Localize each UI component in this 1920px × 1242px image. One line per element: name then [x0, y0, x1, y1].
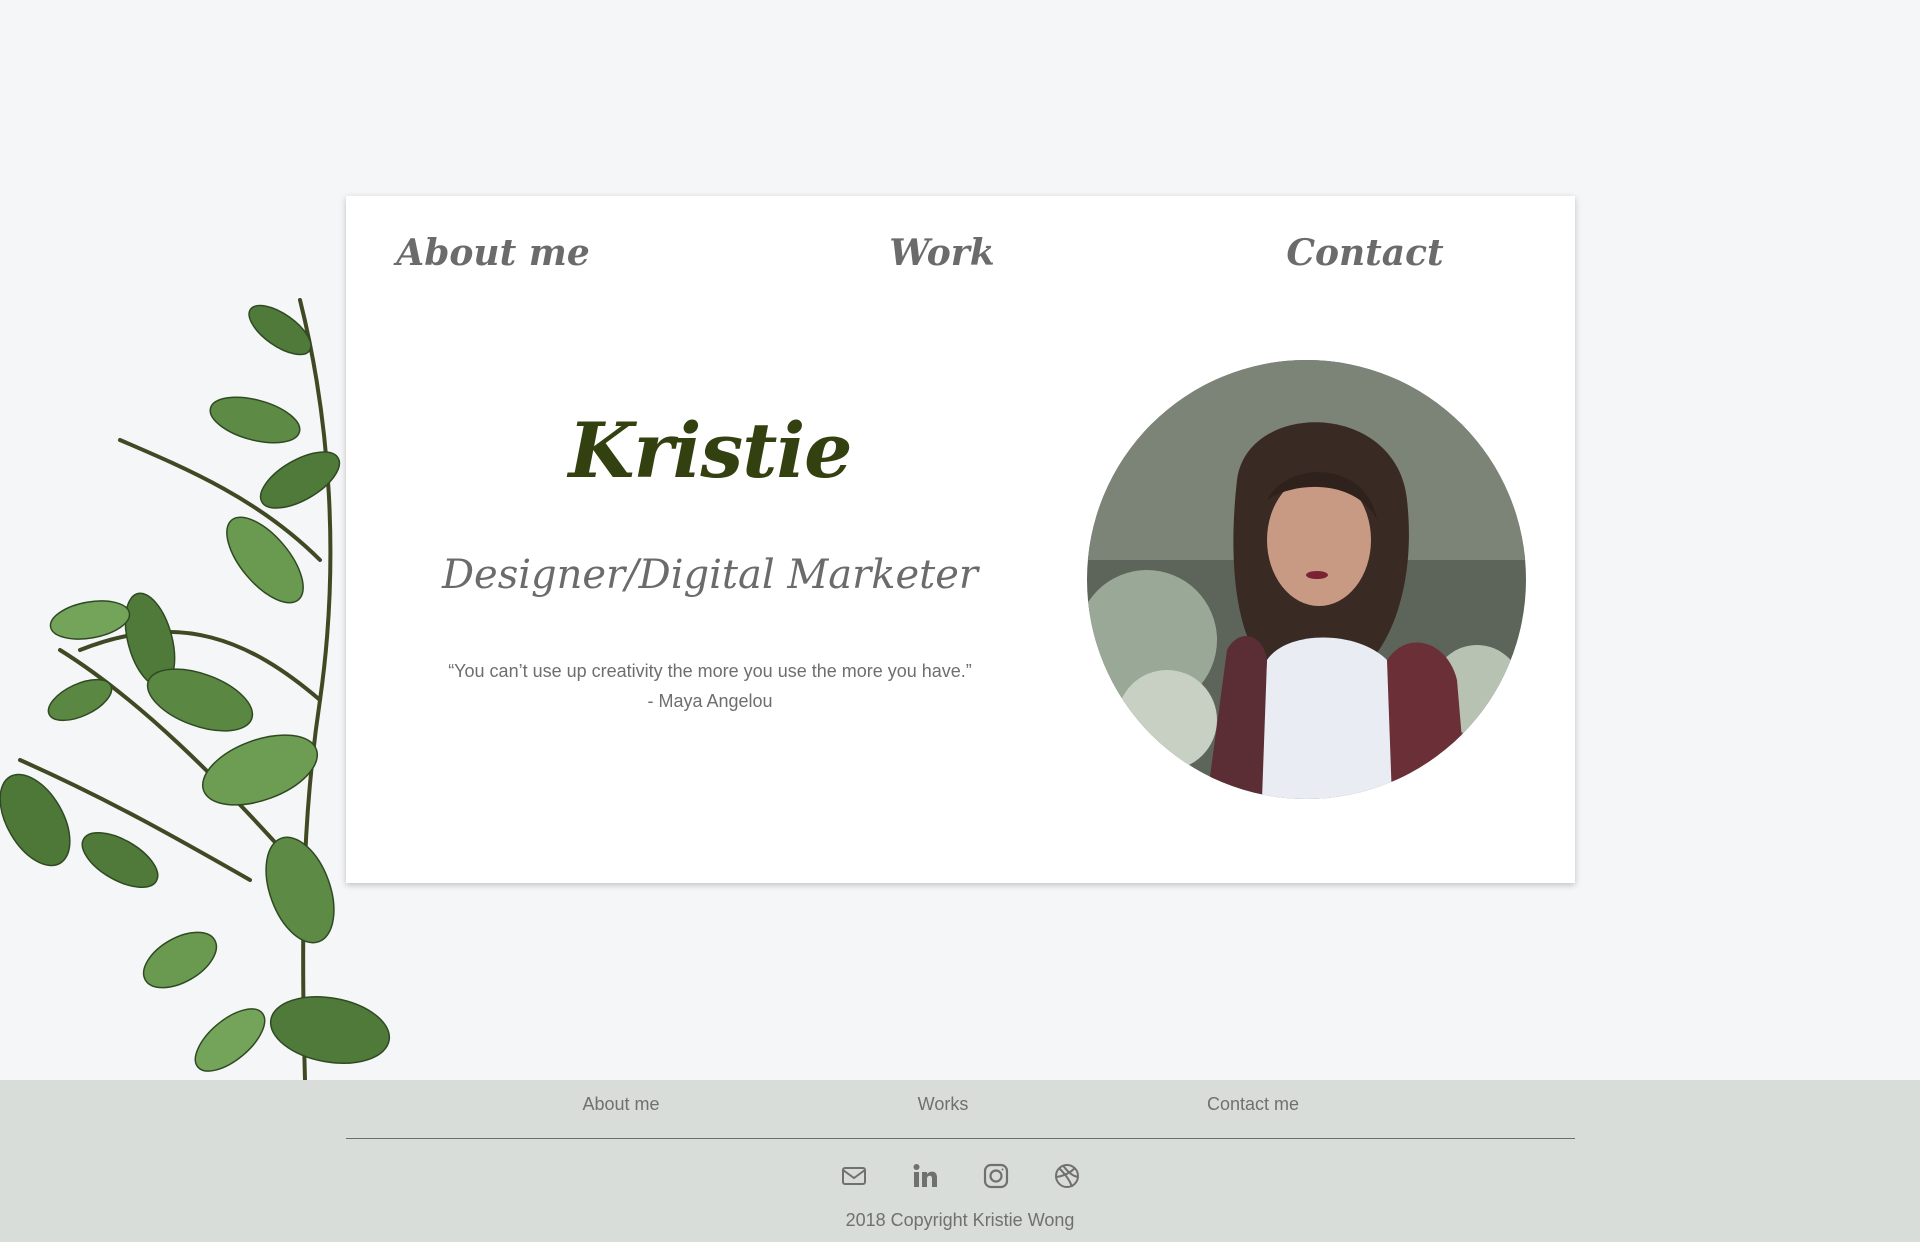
footer-works-link[interactable]: Works — [918, 1094, 969, 1115]
mail-icon[interactable] — [838, 1160, 870, 1192]
quote-author: - Maya Angelou — [647, 691, 773, 711]
nav-contact-link[interactable]: Contact — [1286, 232, 1443, 274]
dribbble-icon[interactable] — [1051, 1160, 1083, 1192]
quote-text: “You can’t use up creativity the more yo… — [448, 661, 972, 681]
nav-about-link[interactable]: About me — [396, 232, 589, 274]
footer-contact-link[interactable]: Contact me — [1207, 1094, 1299, 1115]
linkedin-icon[interactable] — [909, 1160, 941, 1192]
profile-photo — [1087, 360, 1526, 799]
footer-about-link[interactable]: About me — [582, 1094, 659, 1115]
copyright-text: 2018 Copyright Kristie Wong — [845, 1210, 1075, 1230]
instagram-icon[interactable] — [980, 1160, 1012, 1192]
quote: “You can’t use up creativity the more yo… — [448, 656, 972, 716]
hero-card: About me Work Contact Kristie Designer/D… — [346, 196, 1575, 883]
hero-role: Designer/Digital Marketer — [441, 552, 979, 598]
footer-divider — [346, 1138, 1575, 1139]
page: About me Work Contact Kristie Designer/D… — [0, 0, 1920, 1242]
footer: About me Works Contact me 2018 Copyright… — [0, 1080, 1920, 1242]
nav-work-link[interactable]: Work — [889, 232, 994, 274]
hero-name: Kristie — [568, 406, 852, 495]
